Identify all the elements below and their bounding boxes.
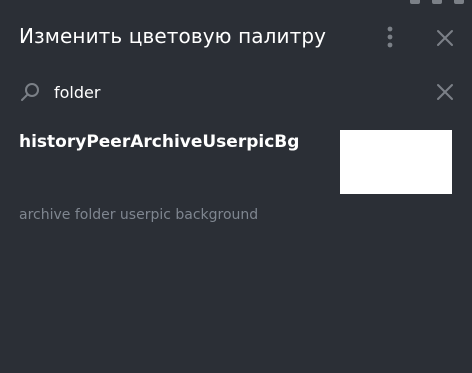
page-title: Изменить цветовую палитру xyxy=(19,24,327,48)
clear-search-button[interactable] xyxy=(433,80,457,104)
search-icon xyxy=(19,81,41,103)
more-menu-button[interactable] xyxy=(380,25,400,49)
palette-entry-description: archive folder userpic background xyxy=(19,207,259,223)
palette-editor-window: Изменить цветовую палитру folder history… xyxy=(0,0,472,373)
palette-entry-name: historyPeerArchiveUserpicBg xyxy=(19,132,300,152)
more-vertical-icon xyxy=(380,25,400,49)
search-bar xyxy=(0,72,472,112)
search-input[interactable] xyxy=(54,78,414,106)
color-swatch[interactable] xyxy=(340,130,452,194)
close-button[interactable] xyxy=(433,26,457,50)
close-icon xyxy=(433,26,457,50)
clear-icon xyxy=(433,80,457,104)
palette-entry[interactable]: historyPeerArchiveUserpicBg archive fold… xyxy=(0,122,472,237)
header: Изменить цветовую палитру xyxy=(0,0,472,72)
